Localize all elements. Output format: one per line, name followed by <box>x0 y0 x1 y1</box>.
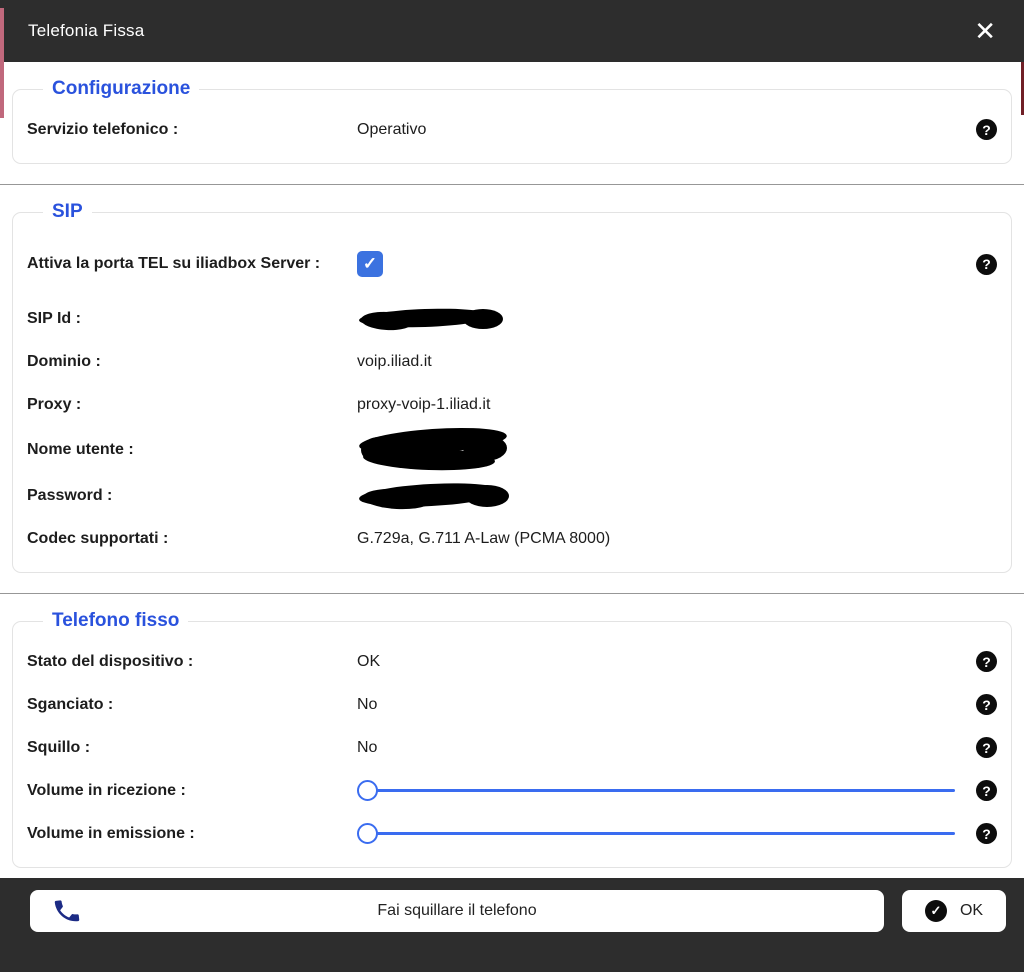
section-divider <box>0 593 1024 594</box>
ring-phone-button[interactable]: Fai squillare il telefono <box>30 890 884 932</box>
volume-ricezione-slider[interactable] <box>357 780 955 801</box>
sganciato-label: Sganciato : <box>27 695 114 713</box>
dialog-content: Configurazione Servizio telefonico : Ope… <box>0 62 1024 878</box>
row-sganciato: Sganciato : No ? <box>27 683 997 726</box>
dominio-value: voip.iliad.it <box>357 352 432 370</box>
check-circle-icon: ✓ <box>924 900 947 922</box>
redacted-value <box>357 426 971 474</box>
redacted-value <box>357 479 971 513</box>
volume-emissione-label: Volume in emissione : <box>27 824 195 842</box>
help-icon[interactable]: ? <box>976 119 997 140</box>
sip-id-label: SIP Id : <box>27 309 81 327</box>
sganciato-value: No <box>357 695 378 713</box>
page-edge-artifact-left <box>0 8 4 118</box>
volume-ricezione-label: Volume in ricezione : <box>27 781 186 799</box>
help-icon[interactable]: ? <box>976 737 997 758</box>
slider-handle[interactable] <box>357 823 378 844</box>
section-sip-legend: SIP <box>52 201 83 222</box>
row-password: Password : <box>27 474 997 517</box>
row-dominio: Dominio : voip.iliad.it <box>27 340 997 383</box>
help-icon[interactable]: ? <box>976 780 997 801</box>
telefonia-fissa-dialog: Telefonia Fissa ✕ Configurazione Servizi… <box>0 0 1024 972</box>
section-divider <box>0 184 1024 185</box>
tel-port-checkbox[interactable]: ✓ <box>357 251 383 277</box>
section-configurazione-legend: Configurazione <box>52 78 191 99</box>
row-volume-emissione: Volume in emissione : ? <box>27 812 997 855</box>
ok-button-label: OK <box>959 902 984 919</box>
section-telefono-fisso: Telefono fisso Stato del dispositivo : O… <box>12 610 1012 868</box>
servizio-telefonico-label: Servizio telefonico : <box>27 120 179 138</box>
dialog-footer: Fai squillare il telefono ✓ OK <box>0 878 1024 972</box>
row-codec: Codec supportati : G.729a, G.711 A-Law (… <box>27 517 997 560</box>
proxy-label: Proxy : <box>27 395 82 413</box>
password-label: Password : <box>27 486 113 504</box>
row-servizio-telefonico: Servizio telefonico : Operativo ? <box>27 108 997 151</box>
ring-phone-button-label: Fai squillare il telefono <box>377 902 537 919</box>
dialog-titlebar: Telefonia Fissa ✕ <box>0 0 1024 62</box>
row-stato-dispositivo: Stato del dispositivo : OK ? <box>27 640 997 683</box>
codec-label: Codec supportati : <box>27 529 169 547</box>
row-attiva-porta-tel: Attiva la porta TEL su iliadbox Server :… <box>27 231 997 297</box>
row-sip-id: SIP Id : <box>27 297 997 340</box>
row-volume-ricezione: Volume in ricezione : ? <box>27 769 997 812</box>
slider-handle[interactable] <box>357 780 378 801</box>
stato-dispositivo-label: Stato del dispositivo : <box>27 652 194 670</box>
slider-track <box>376 789 955 792</box>
row-squillo: Squillo : No ? <box>27 726 997 769</box>
stato-dispositivo-value: OK <box>357 652 381 670</box>
close-icon[interactable]: ✕ <box>972 14 998 48</box>
attiva-porta-tel-label: Attiva la porta TEL su iliadbox Server : <box>27 255 321 273</box>
squillo-label: Squillo : <box>27 738 91 756</box>
help-icon[interactable]: ? <box>976 651 997 672</box>
slider-track <box>376 832 955 835</box>
section-configurazione: Configurazione Servizio telefonico : Ope… <box>12 78 1012 164</box>
codec-value: G.729a, G.711 A-Law (PCMA 8000) <box>357 529 611 547</box>
volume-emissione-slider[interactable] <box>357 823 955 844</box>
row-nome-utente: Nome utente : <box>27 426 997 474</box>
help-icon[interactable]: ? <box>976 823 997 844</box>
dialog-title: Telefonia Fissa <box>28 21 145 40</box>
dominio-label: Dominio : <box>27 352 101 370</box>
row-proxy: Proxy : proxy-voip-1.iliad.it <box>27 383 997 426</box>
help-icon[interactable]: ? <box>976 253 997 275</box>
section-telefono-fisso-legend: Telefono fisso <box>52 610 180 631</box>
help-icon[interactable]: ? <box>976 694 997 715</box>
nome-utente-label: Nome utente : <box>27 441 134 459</box>
proxy-value: proxy-voip-1.iliad.it <box>357 395 491 413</box>
ok-button[interactable]: ✓ OK <box>902 890 1006 932</box>
section-sip: SIP Attiva la porta TEL su iliadbox Serv… <box>12 201 1012 573</box>
servizio-telefonico-value: Operativo <box>357 120 427 138</box>
squillo-value: No <box>357 738 378 756</box>
redacted-value <box>357 304 971 334</box>
phone-handset-icon <box>54 900 80 922</box>
